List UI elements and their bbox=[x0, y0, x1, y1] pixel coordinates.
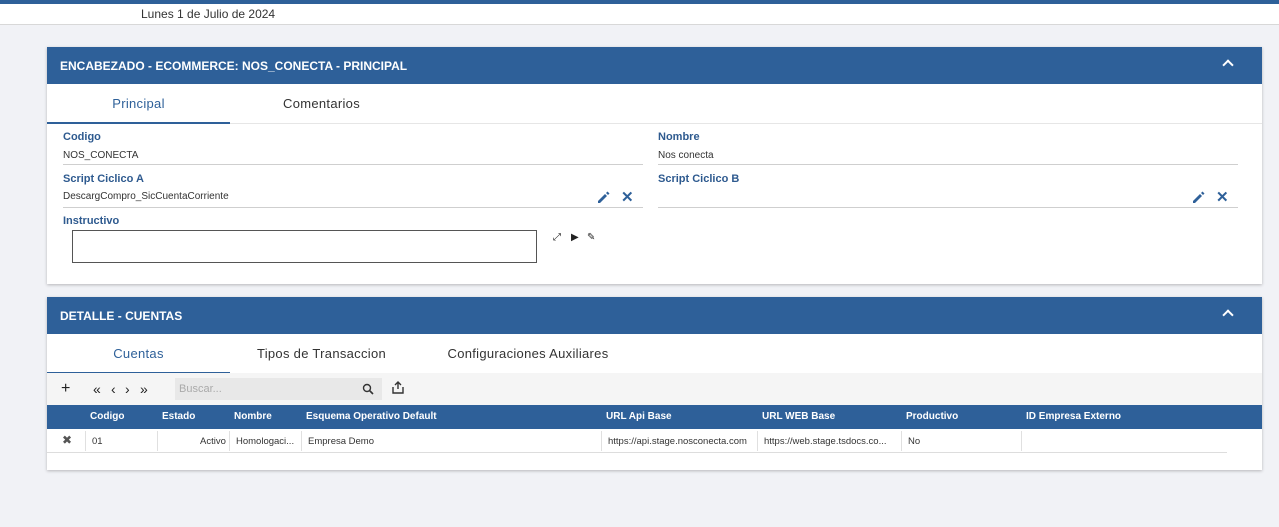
export-icon[interactable] bbox=[392, 381, 404, 394]
instructivo-textarea[interactable] bbox=[72, 230, 537, 263]
codigo-underline bbox=[63, 164, 643, 165]
col-url-web[interactable]: URL WEB Base bbox=[762, 411, 835, 422]
col-nombre[interactable]: Nombre bbox=[234, 411, 272, 422]
nombre-field[interactable]: Nos conecta bbox=[658, 150, 714, 161]
search-placeholder: Buscar... bbox=[179, 383, 222, 395]
col-codigo[interactable]: Codigo bbox=[90, 411, 124, 422]
tab-principal[interactable]: Principal bbox=[47, 84, 230, 124]
instructivo-label: Instructivo bbox=[63, 215, 120, 227]
next-page-icon[interactable]: › bbox=[125, 381, 130, 397]
table-row[interactable]: ✖ 01 Activo Homologaci... Empresa Demo h… bbox=[47, 429, 1227, 453]
col-url-api[interactable]: URL Api Base bbox=[606, 411, 672, 422]
column-divider bbox=[157, 431, 158, 451]
tab-tipos-transaccion[interactable]: Tipos de Transaccion bbox=[230, 334, 413, 374]
codigo-label: Codigo bbox=[63, 131, 101, 143]
header-tabs: Principal Comentarios bbox=[47, 84, 1262, 124]
codigo-field[interactable]: NOS_CONECTA bbox=[63, 150, 138, 161]
cell-codigo: 01 bbox=[92, 436, 103, 447]
edit-pencil-icon[interactable] bbox=[1191, 191, 1205, 205]
script-b-label: Script Ciclico B bbox=[658, 173, 740, 185]
cell-url-api: https://api.stage.nosconecta.com bbox=[608, 436, 747, 447]
column-divider bbox=[1021, 431, 1022, 451]
script-a-label: Script Ciclico A bbox=[63, 173, 144, 185]
tab-configuraciones-auxiliares[interactable]: Configuraciones Auxiliares bbox=[413, 334, 643, 374]
collapse-chevron-icon[interactable] bbox=[1222, 309, 1234, 321]
nombre-underline bbox=[658, 164, 1238, 165]
nombre-label: Nombre bbox=[658, 131, 700, 143]
cell-esquema: Empresa Demo bbox=[308, 436, 374, 447]
column-divider bbox=[901, 431, 902, 451]
current-date: Lunes 1 de Julio de 2024 bbox=[141, 7, 276, 21]
search-input[interactable]: Buscar... bbox=[175, 378, 382, 400]
column-divider bbox=[757, 431, 758, 451]
collapse-chevron-icon[interactable] bbox=[1222, 59, 1234, 71]
table-header: Codigo Estado Nombre Esquema Operativo D… bbox=[47, 405, 1262, 429]
script-a-field[interactable]: DescargCompro_SicCuentaCorriente bbox=[63, 191, 229, 202]
expand-icon[interactable]: ⤢ bbox=[553, 232, 561, 243]
column-divider bbox=[85, 431, 86, 451]
tab-cuentas[interactable]: Cuentas bbox=[47, 334, 230, 374]
detail-card-titlebar: DETALLE - CUENTAS bbox=[47, 297, 1262, 334]
last-page-icon[interactable]: » bbox=[140, 381, 148, 397]
header-card-titlebar: ENCABEZADO - ECOMMERCE: NOS_CONECTA - PR… bbox=[47, 47, 1262, 84]
clear-x-icon[interactable]: ✕ bbox=[621, 190, 634, 205]
delete-row-icon[interactable]: ✖ bbox=[62, 433, 72, 447]
cell-estado: Activo bbox=[200, 436, 226, 447]
date-bar: Lunes 1 de Julio de 2024 bbox=[0, 4, 1279, 25]
header-card-title: ENCABEZADO - ECOMMERCE: NOS_CONECTA - PR… bbox=[60, 59, 408, 73]
col-productivo[interactable]: Productivo bbox=[906, 411, 958, 422]
search-icon[interactable] bbox=[362, 383, 374, 395]
edit-pencil-icon[interactable] bbox=[596, 191, 610, 205]
detail-card: DETALLE - CUENTAS Cuentas Tipos de Trans… bbox=[47, 297, 1262, 470]
cell-productivo: No bbox=[908, 436, 921, 447]
column-divider bbox=[601, 431, 602, 451]
tab-comentarios[interactable]: Comentarios bbox=[230, 84, 413, 124]
column-divider bbox=[301, 431, 302, 451]
cell-url-web: https://web.stage.tsdocs.co... bbox=[764, 436, 887, 447]
cell-nombre: Homologaci... bbox=[236, 436, 295, 447]
first-page-icon[interactable]: « bbox=[93, 381, 101, 397]
script-b-underline bbox=[658, 207, 1238, 208]
header-card: ENCABEZADO - ECOMMERCE: NOS_CONECTA - PR… bbox=[47, 47, 1262, 284]
col-id-empresa[interactable]: ID Empresa Externo bbox=[1026, 411, 1121, 422]
add-icon[interactable]: + bbox=[61, 380, 70, 398]
col-estado[interactable]: Estado bbox=[162, 411, 195, 422]
column-divider bbox=[229, 431, 230, 451]
col-esquema[interactable]: Esquema Operativo Default bbox=[306, 411, 437, 422]
script-a-underline bbox=[63, 207, 643, 208]
clear-x-icon[interactable]: ✕ bbox=[1216, 190, 1229, 205]
detail-tabs: Cuentas Tipos de Transaccion Configuraci… bbox=[47, 334, 1262, 374]
play-icon[interactable]: ▶ bbox=[571, 232, 579, 243]
prev-page-icon[interactable]: ‹ bbox=[111, 381, 116, 397]
edit-note-icon[interactable]: ✎ bbox=[587, 232, 595, 243]
grid-toolbar: + « ‹ › » Buscar... bbox=[47, 373, 1262, 405]
detail-card-title: DETALLE - CUENTAS bbox=[60, 309, 183, 323]
